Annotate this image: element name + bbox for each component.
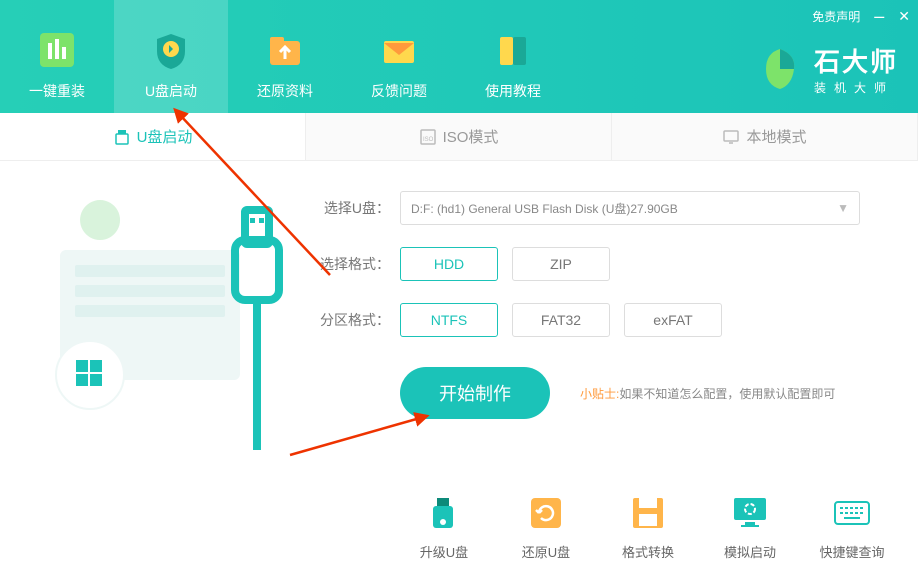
window-controls: 免责声明 – ✕ [812, 6, 910, 27]
nav-reinstall[interactable]: 一键重装 [0, 0, 114, 113]
logo-title: 石大师 [814, 42, 898, 79]
tool-convert[interactable]: 格式转换 [612, 492, 684, 561]
nav-usb-boot[interactable]: U盘启动 [114, 0, 228, 113]
minimize-icon[interactable]: – [874, 6, 884, 27]
tool-simulate[interactable]: 模拟启动 [714, 492, 786, 561]
tab-label: U盘启动 [137, 126, 193, 147]
monitor-loading-icon [729, 492, 771, 534]
usb-stick-icon [423, 492, 465, 534]
disclaimer-link[interactable]: 免责声明 [812, 8, 860, 25]
nav-label: 反馈问题 [371, 81, 427, 101]
nav-label: 还原资料 [257, 81, 313, 101]
nav-label: U盘启动 [145, 81, 197, 101]
floppy-icon [627, 492, 669, 534]
format-label: 选择格式： [320, 254, 390, 274]
book-icon [492, 29, 534, 71]
upload-folder-icon [264, 29, 306, 71]
nav-feedback[interactable]: 反馈问题 [342, 0, 456, 113]
partition-fat32[interactable]: FAT32 [512, 303, 610, 337]
usb-icon [113, 128, 131, 146]
nav-restore[interactable]: 还原资料 [228, 0, 342, 113]
chevron-down-icon: ▼ [837, 201, 849, 215]
iso-icon: ISO [419, 128, 437, 146]
partition-ntfs[interactable]: NTFS [400, 303, 498, 337]
logo-icon [756, 45, 804, 93]
keyboard-icon [831, 492, 873, 534]
partition-exfat[interactable]: exFAT [624, 303, 722, 337]
shield-icon [150, 29, 192, 71]
tool-upgrade[interactable]: 升级U盘 [408, 492, 480, 561]
tool-label: 还原U盘 [522, 542, 570, 561]
tool-label: 升级U盘 [420, 542, 468, 561]
partition-label: 分区格式： [320, 310, 390, 330]
app-header: 免责声明 – ✕ 一键重装 U盘启动 还原资料 反馈问题 使用教程 石大师 装机… [0, 0, 918, 113]
tab-iso[interactable]: ISO ISO模式 [306, 113, 612, 160]
usb-select[interactable]: D:F: (hd1) General USB Flash Disk (U盘)27… [400, 191, 860, 225]
tool-hotkey[interactable]: 快捷键查询 [816, 492, 888, 561]
bar-chart-icon [36, 29, 78, 71]
svg-text:ISO: ISO [423, 137, 434, 143]
tip-label: 小贴士: [580, 387, 619, 401]
tab-usb-boot[interactable]: U盘启动 [0, 113, 306, 160]
logo-subtitle: 装机大师 [814, 79, 898, 96]
tool-label: 快捷键查询 [819, 542, 884, 561]
sub-tabs: U盘启动 ISO ISO模式 本地模式 [0, 113, 918, 161]
format-hdd[interactable]: HDD [400, 247, 498, 281]
tab-label: ISO模式 [443, 126, 499, 147]
tool-label: 模拟启动 [724, 542, 776, 561]
nav-label: 使用教程 [485, 81, 541, 101]
close-icon[interactable]: ✕ [898, 8, 910, 25]
mail-icon [378, 29, 420, 71]
nav-tutorial[interactable]: 使用教程 [456, 0, 570, 113]
usb-select-value: D:F: (hd1) General USB Flash Disk (U盘)27… [411, 200, 678, 217]
nav-label: 一键重装 [29, 81, 85, 101]
app-logo: 石大师 装机大师 [756, 42, 898, 96]
monitor-icon [722, 128, 740, 146]
tool-restore[interactable]: 还原U盘 [510, 492, 582, 561]
bottom-tools: 升级U盘 还原U盘 格式转换 模拟启动 快捷键查询 [408, 492, 888, 561]
select-usb-label: 选择U盘： [320, 198, 390, 218]
tab-label: 本地模式 [746, 126, 806, 147]
tip-text: 小贴士:如果不知道怎么配置，使用默认配置即可 [580, 385, 835, 402]
start-button[interactable]: 开始制作 [400, 367, 550, 419]
restore-icon [525, 492, 567, 534]
main-nav: 一键重装 U盘启动 还原资料 反馈问题 使用教程 [0, 0, 570, 113]
tool-label: 格式转换 [622, 542, 674, 561]
tab-local[interactable]: 本地模式 [612, 113, 918, 160]
main-content: 选择U盘： D:F: (hd1) General USB Flash Disk … [0, 161, 918, 439]
format-zip[interactable]: ZIP [512, 247, 610, 281]
